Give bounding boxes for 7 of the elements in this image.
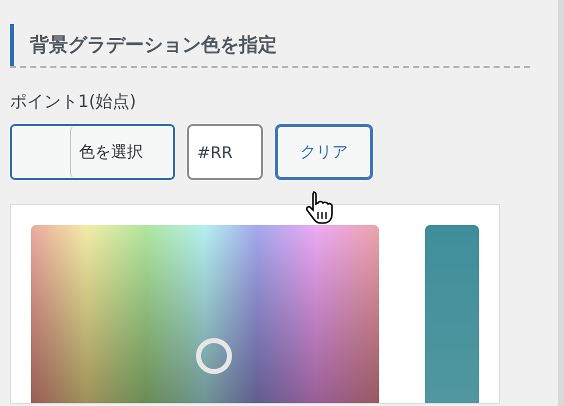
point-label: ポイント1(始点): [10, 90, 138, 114]
section-title: 背景グラデーション色を指定: [10, 24, 530, 66]
color-gradient-field[interactable]: [31, 225, 379, 404]
select-color-button[interactable]: 色を選択: [10, 124, 175, 180]
hex-color-field[interactable]: #RR: [187, 124, 263, 180]
picker-handle[interactable]: [196, 338, 232, 374]
clear-button[interactable]: クリア: [275, 124, 373, 180]
